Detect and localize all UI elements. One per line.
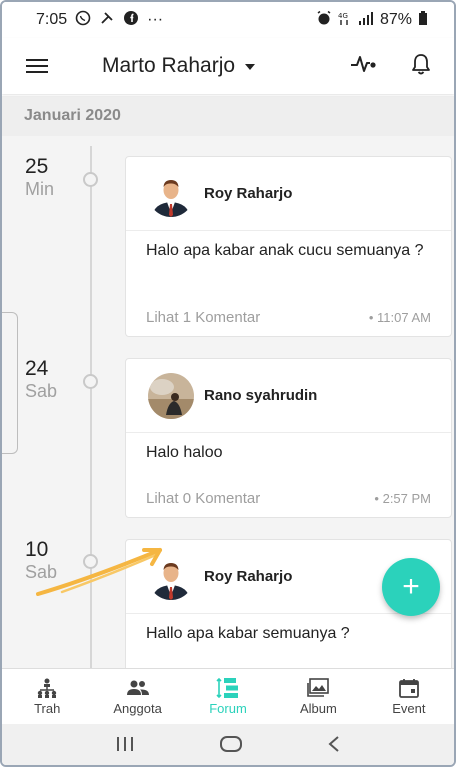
facebook-icon [123, 10, 139, 30]
day-number: 25 [25, 155, 49, 178]
avatar[interactable] [148, 170, 194, 217]
home-button[interactable] [219, 735, 243, 758]
back-icon [328, 736, 339, 752]
nav-item-anggota[interactable]: Anggota [92, 669, 182, 724]
recents-button[interactable] [114, 736, 136, 757]
post-author[interactable]: Roy Raharjo [204, 568, 292, 585]
chevron-down-icon [245, 64, 256, 70]
tools-icon [99, 10, 115, 30]
whatsapp-icon [75, 10, 91, 30]
people-icon [126, 678, 150, 698]
day-number: 24 [25, 357, 49, 380]
timeline-dot [83, 374, 98, 389]
timeline-dot [83, 172, 98, 187]
battery-level: 87% [379, 11, 412, 28]
add-post-button[interactable]: + [382, 558, 440, 616]
post-footer: Lihat 1 Komentar • 11:07 AM [126, 297, 451, 337]
notifications-button[interactable] [410, 52, 432, 81]
bottom-navigation: Trah Anggota Forum Album Event [2, 668, 454, 724]
post-time: • 2:57 PM [374, 490, 431, 506]
avatar[interactable] [148, 372, 194, 419]
recents-icon [116, 737, 133, 751]
svg-text:4G: 4G [338, 12, 348, 20]
calendar-icon [397, 678, 421, 698]
signal-icon [358, 10, 374, 31]
month-header: Januari 2020 [2, 96, 454, 136]
album-icon [306, 677, 330, 698]
day-of-week: Sab [25, 381, 58, 401]
back-button[interactable] [326, 735, 342, 758]
nav-label: Event [392, 700, 426, 716]
post-message: Halo haloo [146, 444, 223, 461]
post-header: Rano syahrudin [126, 359, 451, 433]
post-date: 25 Min [25, 156, 54, 200]
post-card[interactable]: Rano syahrudin Halo haloo Lihat 0 Koment… [125, 358, 452, 518]
app-bar: Marto Raharjo [2, 38, 454, 94]
menu-button[interactable] [2, 38, 72, 94]
post-header: Roy Raharjo [126, 157, 451, 231]
day-of-week: Min [25, 179, 55, 199]
menu-icon [26, 59, 48, 73]
more-notifications: ··· [147, 11, 164, 28]
activity-icon [351, 55, 376, 72]
phone-screen: 7:05 ··· 4G 87% Marto Raharjo Januari 20… [0, 0, 456, 767]
post-author[interactable]: Rano syahrudin [204, 387, 317, 404]
post-footer: Lihat 0 Komentar • 2:57 PM [126, 479, 451, 517]
post-message: Hallo apa kabar semuanya ? [146, 625, 350, 642]
clock: 7:05 [36, 11, 68, 28]
annotation-arrow [36, 548, 162, 596]
post-time: • 11:07 AM [368, 309, 431, 325]
nav-item-album[interactable]: Album [273, 669, 363, 724]
view-comments-link[interactable]: Lihat 0 Komentar [146, 490, 260, 507]
post-author[interactable]: Roy Raharjo [204, 185, 292, 202]
nav-item-forum[interactable]: Forum [183, 669, 273, 724]
alarm-icon [316, 10, 332, 31]
nav-label: Trah [34, 700, 61, 716]
drawer-edge-handle[interactable] [2, 312, 18, 454]
status-bar: 7:05 ··· 4G 87% [2, 2, 454, 38]
battery-icon [418, 10, 428, 31]
bell-icon [412, 53, 430, 74]
post-date: 24 Sab [25, 358, 57, 402]
network-4g-icon: 4G [338, 10, 352, 31]
family-tree-icon [35, 678, 59, 698]
nav-item-event[interactable]: Event [364, 669, 454, 724]
family-selector[interactable]: Marto Raharjo [102, 54, 256, 78]
nav-label: Anggota [113, 700, 162, 716]
nav-label: Forum [209, 700, 247, 716]
post-message: Halo apa kabar anak cucu semuanya ? [146, 242, 424, 259]
system-navigation-bar [2, 724, 454, 765]
post-card[interactable]: Roy Raharjo Halo apa kabar anak cucu sem… [125, 156, 452, 337]
activity-button[interactable] [350, 53, 378, 80]
forum-icon [216, 677, 240, 698]
home-icon [219, 736, 242, 752]
nav-label: Album [299, 700, 337, 716]
app-title: Marto Raharjo [102, 54, 236, 77]
nav-item-trah[interactable]: Trah [2, 669, 92, 724]
view-comments-link[interactable]: Lihat 1 Komentar [146, 309, 260, 326]
